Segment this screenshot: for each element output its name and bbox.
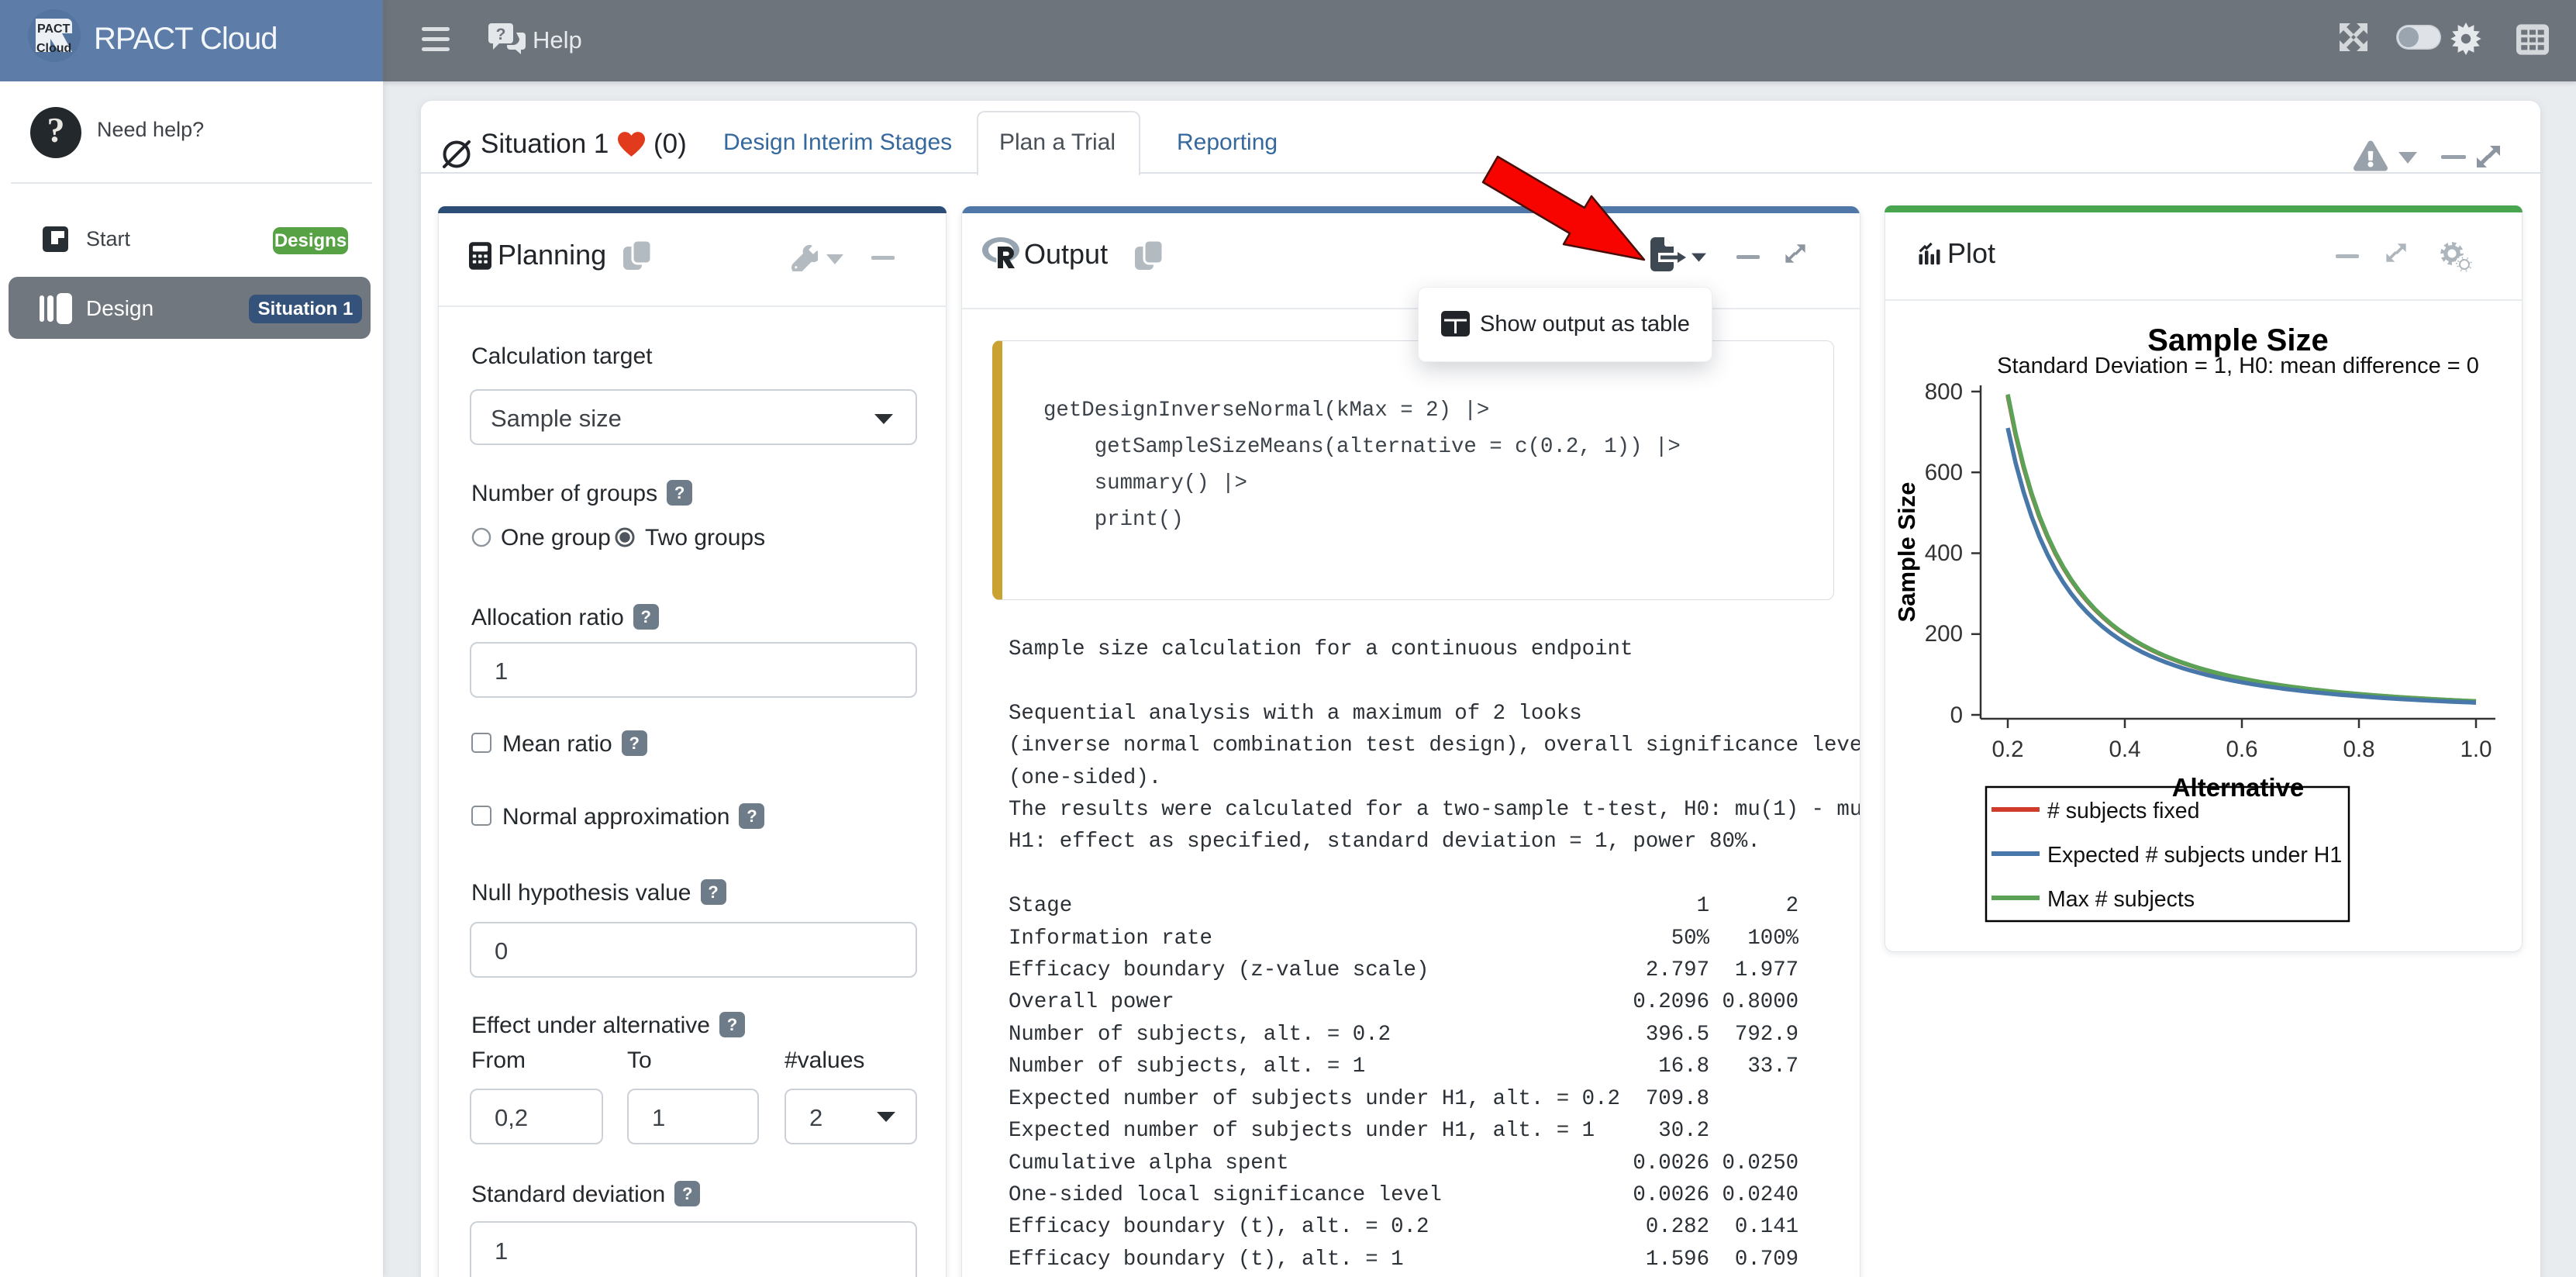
svg-text:400: 400 [1925,540,1963,566]
svg-text:Max # subjects: Max # subjects [2047,887,2195,912]
svg-text:Cloud: Cloud [36,42,71,55]
svg-text:0.6: 0.6 [2226,737,2257,762]
svg-text:# subjects fixed: # subjects fixed [2047,799,2199,823]
svg-text:200: 200 [1925,621,1963,647]
svg-text:0.4: 0.4 [2109,737,2140,762]
svg-text:?: ? [47,110,65,150]
svg-text:Sample Size: Sample Size [1893,482,1920,623]
svg-text:0: 0 [1950,702,1963,728]
svg-text:1.0: 1.0 [2460,737,2492,762]
svg-text:Standard Deviation = 1, H0: me: Standard Deviation = 1, H0: mean differe… [1997,354,2479,378]
svg-text:Sample Size: Sample Size [2147,323,2328,357]
svg-text:Expected # subjects under H1: Expected # subjects under H1 [2047,843,2342,868]
svg-text:PACT: PACT [37,22,71,36]
svg-text:600: 600 [1925,460,1963,485]
svg-text:0.8: 0.8 [2343,737,2374,762]
svg-text:?: ? [496,26,506,43]
svg-text:800: 800 [1925,379,1963,405]
svg-text:0.2: 0.2 [1991,737,2023,762]
